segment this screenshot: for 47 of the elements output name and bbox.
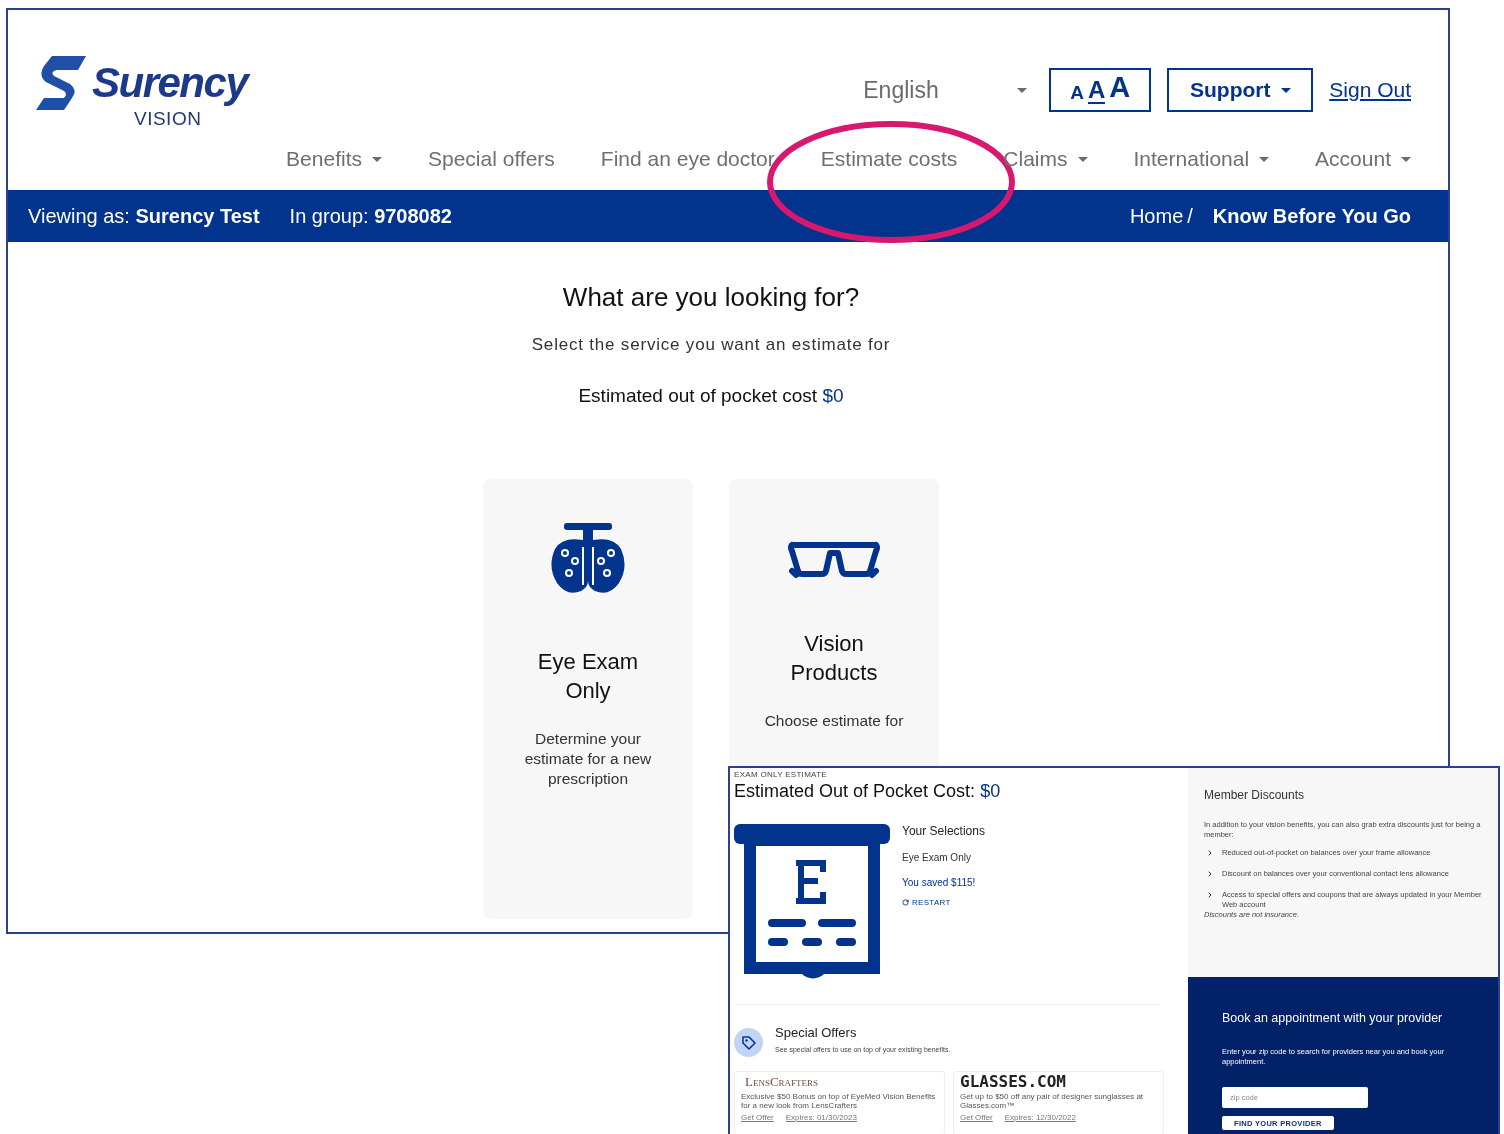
service-title: Eye Exam Only: [536, 648, 640, 705]
nav-item[interactable]: Benefits: [286, 147, 382, 171]
language-select[interactable]: English: [857, 68, 1034, 112]
refresh-icon: [902, 899, 909, 906]
get-offer-link[interactable]: Get Offer: [960, 1113, 993, 1122]
discounts-title: Member Discounts: [1204, 788, 1306, 802]
group-text: In group: 9708082: [289, 204, 452, 228]
nav-item[interactable]: Special offers: [428, 147, 555, 171]
brand-logo: LensCrafters: [745, 1074, 820, 1090]
nav-item[interactable]: International: [1133, 147, 1270, 171]
offer-description: Get up to $50 off any pair of designer sunglasses at Glasses.com™: [960, 1092, 1145, 1110]
service-title: Vision Products: [789, 630, 879, 687]
get-offer-link[interactable]: Get Offer: [741, 1113, 774, 1122]
chevron-icon: [1206, 849, 1214, 857]
nav-item[interactable]: Claims: [1003, 147, 1088, 171]
text-size-button[interactable]: A: [1109, 73, 1131, 104]
breadcrumb-link[interactable]: Know Before You Go: [1212, 204, 1411, 228]
logo-subtitle: VISION: [134, 108, 202, 130]
glasses-icon: [788, 541, 880, 579]
text-size-button[interactable]: A: [1088, 78, 1106, 104]
service-description: Choose estimate for: [763, 711, 905, 731]
breadcrumb-link[interactable]: Home: [1129, 204, 1184, 228]
text-size-button[interactable]: A: [1070, 83, 1084, 104]
panel-eyebrow: EXAM ONLY ESTIMATE: [734, 770, 828, 779]
breadcrumb-separator: /: [1187, 204, 1193, 228]
nav-item[interactable]: Find an eye doctor: [600, 147, 775, 171]
booking-title: Book an appointment with your provider: [1222, 1011, 1443, 1025]
service-card[interactable]: Eye Exam Only Determine your estimate for a new prescription: [483, 479, 693, 919]
viewing-as-text: Viewing as: Surency Test: [28, 204, 260, 228]
offers-title: Special Offers: [775, 1025, 858, 1040]
nav-item[interactable]: Estimate costs: [820, 147, 958, 171]
nav-item[interactable]: Account: [1315, 147, 1411, 171]
logo-wordmark: Surency: [92, 59, 248, 107]
service-description: Determine your estimate for a new prescription: [523, 729, 653, 789]
sign-out-link[interactable]: Sign Out: [1329, 78, 1411, 102]
expiry-link[interactable]: Expires: 01/30/2023: [785, 1113, 857, 1122]
page-heading: What are you looking for?: [562, 282, 860, 313]
chevron-icon: [1206, 891, 1214, 899]
logo-swoosh-icon: [34, 54, 88, 112]
page-subtitle: Select the service you want an estimate for: [531, 335, 891, 355]
chevron-icon: [1206, 870, 1214, 878]
brand-logo: GLASSES.COM: [960, 1074, 1067, 1090]
estimated-cost-text: Estimated out of pocket cost $0: [578, 385, 844, 407]
support-button[interactable]: Support: [1167, 68, 1314, 112]
offer-description: Exclusive $50 Bonus on top of EyeMed Vision Benefits for a new look from LensCrafters: [741, 1092, 937, 1110]
expiry-link[interactable]: Expires: 12/30/2022: [1004, 1113, 1076, 1122]
tag-icon: [734, 1028, 763, 1057]
